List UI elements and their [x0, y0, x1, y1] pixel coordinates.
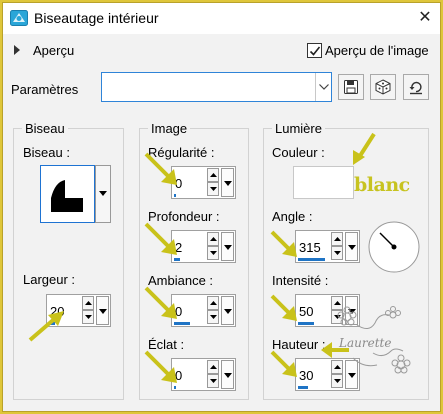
down-triangle-icon [334, 251, 341, 255]
ambiance-slider-popup[interactable] [221, 296, 234, 325]
depth-level-bar [174, 258, 180, 261]
shine-level-bar [174, 386, 176, 389]
width-decrement[interactable] [82, 310, 94, 324]
intensity-value: 50 [299, 304, 314, 319]
bevel-shape-icon [51, 180, 83, 212]
depth-increment[interactable] [207, 232, 219, 246]
shine-slider-popup[interactable] [221, 360, 234, 389]
close-button[interactable]: ✕ [415, 8, 435, 28]
presets-dropdown-button[interactable] [315, 73, 331, 101]
up-triangle-icon [210, 173, 217, 177]
intensity-level-bar [298, 322, 314, 325]
shine-increment[interactable] [207, 360, 219, 374]
caret-down-icon [99, 309, 107, 314]
highlight-arrow-icon [144, 152, 177, 185]
chevron-right-icon [14, 45, 20, 55]
shine-decrement[interactable] [207, 374, 219, 388]
presets-label: Paramètres [11, 82, 79, 97]
reset-button[interactable] [403, 74, 429, 100]
down-triangle-icon [85, 315, 92, 319]
presets-combo[interactable] [101, 72, 332, 102]
up-triangle-icon [210, 237, 217, 241]
checkmark-icon [309, 46, 321, 56]
chevron-down-icon [319, 84, 329, 90]
down-triangle-icon [210, 251, 217, 255]
caret-down-icon [99, 191, 107, 196]
angle-dial[interactable] [366, 219, 422, 275]
show-image-checkbox[interactable] [307, 43, 322, 58]
bevel-shape-label: Biseau : [23, 145, 70, 160]
dice-icon [375, 79, 391, 95]
color-annotation: blanc [354, 174, 410, 196]
random-button[interactable] [370, 74, 396, 100]
angle-slider-popup[interactable] [345, 232, 358, 261]
angle-increment[interactable] [331, 232, 343, 246]
height-level-bar [298, 386, 308, 389]
highlight-arrow-icon [144, 350, 177, 383]
highlight-arrow-icon [353, 132, 376, 165]
regularity-level-bar [174, 194, 176, 197]
angle-level-bar [298, 258, 325, 261]
app-icon [10, 10, 28, 26]
angle-label: Angle : [272, 209, 313, 224]
highlight-arrow-icon [270, 230, 297, 257]
caret-down-icon [348, 245, 356, 250]
down-triangle-icon [210, 315, 217, 319]
width-increment[interactable] [82, 296, 94, 310]
color-label: Couleur : [272, 145, 325, 160]
height-value: 30 [299, 368, 314, 383]
angle-spinbox[interactable]: 315 [295, 230, 360, 263]
light-color-swatch[interactable] [293, 166, 354, 199]
highlight-arrow-icon [270, 350, 297, 377]
ambiance-decrement[interactable] [207, 310, 219, 324]
title-bar: Biseautage intérieur ✕ [3, 3, 440, 34]
highlight-arrow-icon [270, 294, 297, 321]
save-icon [344, 80, 358, 94]
regularity-spinbox[interactable]: 0 [171, 166, 236, 199]
shine-spinbox[interactable]: 0 [171, 358, 236, 391]
up-triangle-icon [210, 365, 217, 369]
regularity-decrement[interactable] [207, 182, 219, 196]
group-lumiere-title: Lumière [272, 121, 325, 136]
group-image-title: Image [148, 121, 191, 136]
highlight-arrow-icon [28, 311, 64, 342]
highlight-arrow-icon [321, 342, 349, 358]
intensity-label: Intensité : [272, 273, 329, 288]
depth-decrement[interactable] [207, 246, 219, 260]
caret-down-icon [224, 373, 232, 378]
caret-down-icon [224, 245, 232, 250]
dialog-window: Biseautage intérieur ✕ Aperçu Aperçu de … [2, 2, 441, 412]
up-triangle-icon [85, 301, 92, 305]
reset-icon [409, 81, 422, 95]
bevel-shape-preview[interactable] [40, 165, 95, 223]
depth-slider-popup[interactable] [221, 232, 234, 261]
angle-decrement[interactable] [331, 246, 343, 260]
down-triangle-icon [210, 379, 217, 383]
regularity-increment[interactable] [207, 168, 219, 182]
ambiance-spinbox[interactable]: 0 [171, 294, 236, 327]
group-biseau-title: Biseau [22, 121, 68, 136]
preview-label: Aperçu [33, 43, 75, 58]
bevel-shape-dropdown[interactable] [95, 165, 111, 223]
width-slider-popup[interactable] [96, 296, 109, 325]
caret-down-icon [224, 181, 232, 186]
up-triangle-icon [210, 301, 217, 305]
depth-spinbox[interactable]: 2 [171, 230, 236, 263]
window-title: Biseautage intérieur [34, 10, 159, 26]
down-triangle-icon [210, 187, 217, 191]
show-image-label: Aperçu de l'image [325, 43, 429, 58]
ambiance-increment[interactable] [207, 296, 219, 310]
ambiance-level-bar [174, 322, 190, 325]
highlight-arrow-icon [144, 222, 177, 255]
width-label: Largeur : [23, 272, 76, 287]
highlight-arrow-icon [144, 286, 177, 319]
up-triangle-icon [334, 237, 341, 241]
save-preset-button[interactable] [338, 74, 364, 100]
regularity-slider-popup[interactable] [221, 168, 234, 197]
caret-down-icon [224, 309, 232, 314]
angle-value: 315 [299, 240, 321, 255]
